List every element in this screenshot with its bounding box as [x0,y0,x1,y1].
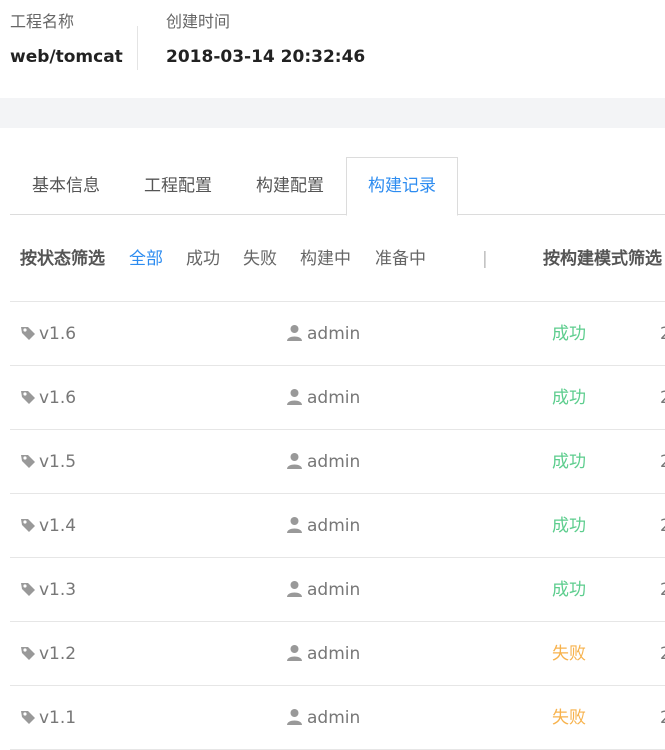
status-label: 失败 [552,708,586,728]
user-label: admin [307,388,361,408]
tag-icon [21,710,35,724]
status-label: 成功 [552,324,586,344]
build-record-row[interactable]: v1.5 admin 成功 2 [10,430,665,494]
created-time-value: 2018-03-14 20:32:46 [166,47,366,67]
tag-label: v1.5 [39,452,77,472]
created-time-block: 创建时间 2018-03-14 20:32:46 [166,10,365,70]
project-name-value: web/tomcat [10,47,123,67]
user-icon [287,452,302,469]
filter-success[interactable]: 成功 [186,238,220,280]
tag-icon [21,518,35,532]
tab-build-records[interactable]: 构建记录 [346,157,458,216]
user-icon [287,644,302,661]
truncated-cell-text: 2 [660,622,665,686]
project-name-label: 工程名称 [10,12,75,31]
user-icon [287,580,302,597]
tag-icon [21,326,35,340]
tag-icon [21,646,35,660]
filter-preparing[interactable]: 准备中 [375,238,426,280]
build-record-row[interactable]: v1.6 admin 成功 2 [10,366,665,430]
filter-building[interactable]: 构建中 [300,238,351,280]
filter-failure[interactable]: 失败 [243,238,277,280]
tag-cell: v1.6 [20,366,76,430]
filter-all[interactable]: 全部 [129,238,163,280]
user-label: admin [307,452,361,472]
filter-separator: | [482,249,488,269]
tab-build-config[interactable]: 构建配置 [234,157,346,215]
user-label: admin [307,708,361,728]
truncated-cell-text: 2 [660,430,665,494]
truncated-cell-text: 2 [660,558,665,622]
user-cell: admin [286,622,360,686]
user-icon [287,324,302,341]
truncated-cell-text: 2 [660,494,665,558]
tag-cell: v1.3 [20,558,76,622]
build-record-row[interactable]: v1.6 admin 成功 2 [10,302,665,366]
tag-cell: v1.4 [20,494,76,558]
user-cell: admin [286,366,360,430]
build-record-row[interactable]: v1.1 admin 失败 2 [10,686,665,750]
build-record-row[interactable]: v1.3 admin 成功 2 [10,558,665,622]
filter-bar: 按状态筛选 全部 成功 失败 构建中 准备中 | 按构建模式筛选 [20,238,665,280]
project-name-block: 工程名称 web/tomcat [10,10,123,70]
tag-label: v1.2 [39,644,77,664]
tag-cell: v1.6 [20,302,76,366]
status-label: 成功 [552,452,586,472]
tag-icon [21,582,35,596]
tag-icon [21,454,35,468]
build-record-row[interactable]: v1.4 admin 成功 2 [10,494,665,558]
user-label: admin [307,516,361,536]
status-label: 成功 [552,388,586,408]
user-label: admin [307,644,361,664]
user-cell: admin [286,302,360,366]
status-label: 成功 [552,516,586,536]
truncated-cell-text: 2 [660,302,665,366]
status-filter-title: 按状态筛选 [20,249,105,269]
created-time-label: 创建时间 [166,12,231,31]
user-icon [287,388,302,405]
user-cell: admin [286,494,360,558]
build-record-row[interactable]: v1.2 admin 失败 2 [10,622,665,686]
tab-basic-info[interactable]: 基本信息 [10,157,122,215]
tab-bar: 基本信息 工程配置 构建配置 构建记录 [10,157,665,216]
user-icon [287,516,302,533]
user-cell: admin [286,686,360,750]
header-divider [137,26,138,70]
user-cell: admin [286,430,360,494]
tag-label: v1.3 [39,580,77,600]
status-label: 成功 [552,580,586,600]
tag-icon [21,390,35,404]
user-cell: admin [286,558,360,622]
tag-label: v1.1 [39,708,77,728]
section-spacer [0,98,665,128]
user-icon [287,708,302,725]
status-label: 失败 [552,644,586,664]
truncated-cell-text: 2 [660,366,665,430]
tab-project-config[interactable]: 工程配置 [122,157,234,215]
mode-filter-title: 按构建模式筛选 [543,249,662,269]
tag-cell: v1.5 [20,430,76,494]
project-header: 工程名称 web/tomcat 创建时间 2018-03-14 20:32:46 [0,0,665,98]
user-label: admin [307,580,361,600]
tag-cell: v1.2 [20,622,76,686]
tag-label: v1.6 [39,388,77,408]
user-label: admin [307,324,361,344]
tag-label: v1.4 [39,516,77,536]
tag-cell: v1.1 [20,686,76,750]
truncated-cell-text: 2 [660,686,665,750]
tag-label: v1.6 [39,324,77,344]
